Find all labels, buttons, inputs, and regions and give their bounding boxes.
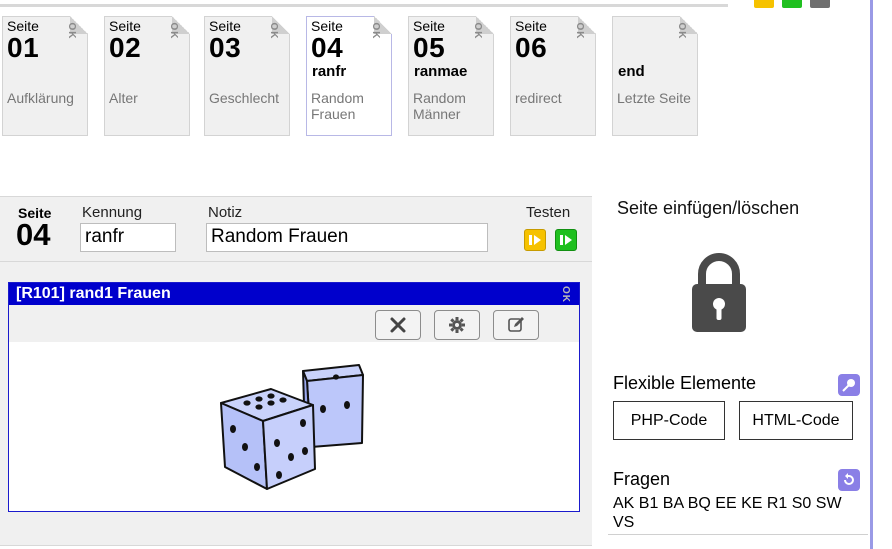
tab-title: Random Frauen [311, 90, 364, 122]
test-run-green-button[interactable] [555, 229, 577, 251]
item-ok-badge: OK [560, 286, 571, 303]
tab-title: Letzte Seite [617, 90, 691, 106]
tab-number: 03 [209, 32, 242, 63]
undo-icon [844, 473, 854, 485]
wand-icon [842, 379, 855, 392]
page-content: [R101] rand1 Frauen OK [0, 262, 592, 546]
tab-number: 01 [7, 32, 40, 63]
page-tab-01[interactable]: OK Seite 01 Aufklärung [2, 16, 88, 136]
edit-item-button[interactable] [493, 310, 539, 340]
kennung-input[interactable]: ranfr [80, 223, 176, 252]
lock-icon[interactable] [690, 250, 748, 334]
ok-badge: OK [676, 22, 688, 40]
right-panel-divider [608, 534, 868, 535]
settings-item-button[interactable] [434, 310, 480, 340]
page-header: Seite 04 Kennung ranfr Notiz Random Frau… [0, 196, 592, 262]
skip-play-icon [560, 235, 572, 245]
ok-badge: OK [574, 22, 586, 40]
php-code-button[interactable]: PHP-Code [613, 401, 725, 440]
edit-icon[interactable] [754, 0, 774, 8]
tab-number: 04 [311, 32, 344, 63]
gear-icon [449, 317, 465, 333]
tab-title: redirect [515, 90, 562, 106]
test-run-yellow-button[interactable] [524, 229, 546, 251]
page-tab-04[interactable]: OK Seite 04 ranfr Random Frauen [306, 16, 392, 136]
testen-label: Testen [526, 204, 571, 221]
tab-number: 02 [109, 32, 142, 63]
tab-number: 05 [413, 32, 446, 63]
tab-title: Alter [109, 90, 138, 106]
item-toolbar [9, 305, 579, 342]
notiz-label: Notiz [208, 204, 243, 221]
delete-item-button[interactable] [375, 310, 421, 340]
dice-icon [220, 364, 364, 490]
questions-list[interactable]: AK B1 BA BQ EE KE R1 S0 SW VS [613, 494, 863, 532]
questions-title: Fragen [613, 469, 671, 489]
page-header-number: 04 [16, 217, 51, 252]
tab-number: 06 [515, 32, 548, 63]
item-title: [R101] rand1 Frauen [9, 283, 579, 305]
kennung-label: Kennung [82, 204, 143, 221]
page-tab-03[interactable]: OK Seite 03 Geschlecht [204, 16, 290, 136]
ok-badge: OK [472, 22, 484, 40]
tab-title: Random Männer [413, 90, 466, 122]
ok-badge: OK [66, 22, 78, 40]
page-tab-05[interactable]: OK Seite 05 ranmae Random Männer [408, 16, 494, 136]
close-icon [390, 317, 406, 333]
tab-title: Geschlecht [209, 90, 280, 106]
ok-badge: OK [370, 22, 382, 40]
tab-ident: ranfr [312, 63, 347, 80]
page-tab-02[interactable]: OK Seite 02 Alter [104, 16, 190, 136]
top-divider [0, 4, 728, 7]
skip-play-icon [529, 235, 541, 245]
tab-ident: end [618, 63, 645, 80]
notiz-input[interactable]: Random Frauen [206, 223, 488, 252]
ok-badge: OK [268, 22, 280, 40]
right-edge-rule [870, 0, 873, 549]
print-icon[interactable] [810, 0, 830, 8]
top-toolbar [754, 0, 830, 8]
page-tab-06[interactable]: OK Seite 06 redirect [510, 16, 596, 136]
play-icon[interactable] [782, 0, 802, 8]
questions-refresh-button[interactable] [838, 469, 860, 491]
ok-badge: OK [168, 22, 180, 40]
html-code-button[interactable]: HTML-Code [739, 401, 853, 440]
magic-wand-button[interactable] [838, 374, 860, 396]
flexible-elements-title: Flexible Elemente [613, 373, 757, 393]
question-item: [R101] rand1 Frauen OK [8, 282, 580, 512]
page-tab-end[interactable]: OK end Letzte Seite [612, 16, 698, 136]
insert-delete-page-title: Seite einfügen/löschen [617, 198, 800, 218]
tab-ident: ranmae [414, 63, 468, 80]
edit-icon [508, 317, 524, 332]
tab-title: Aufklärung [7, 90, 74, 106]
